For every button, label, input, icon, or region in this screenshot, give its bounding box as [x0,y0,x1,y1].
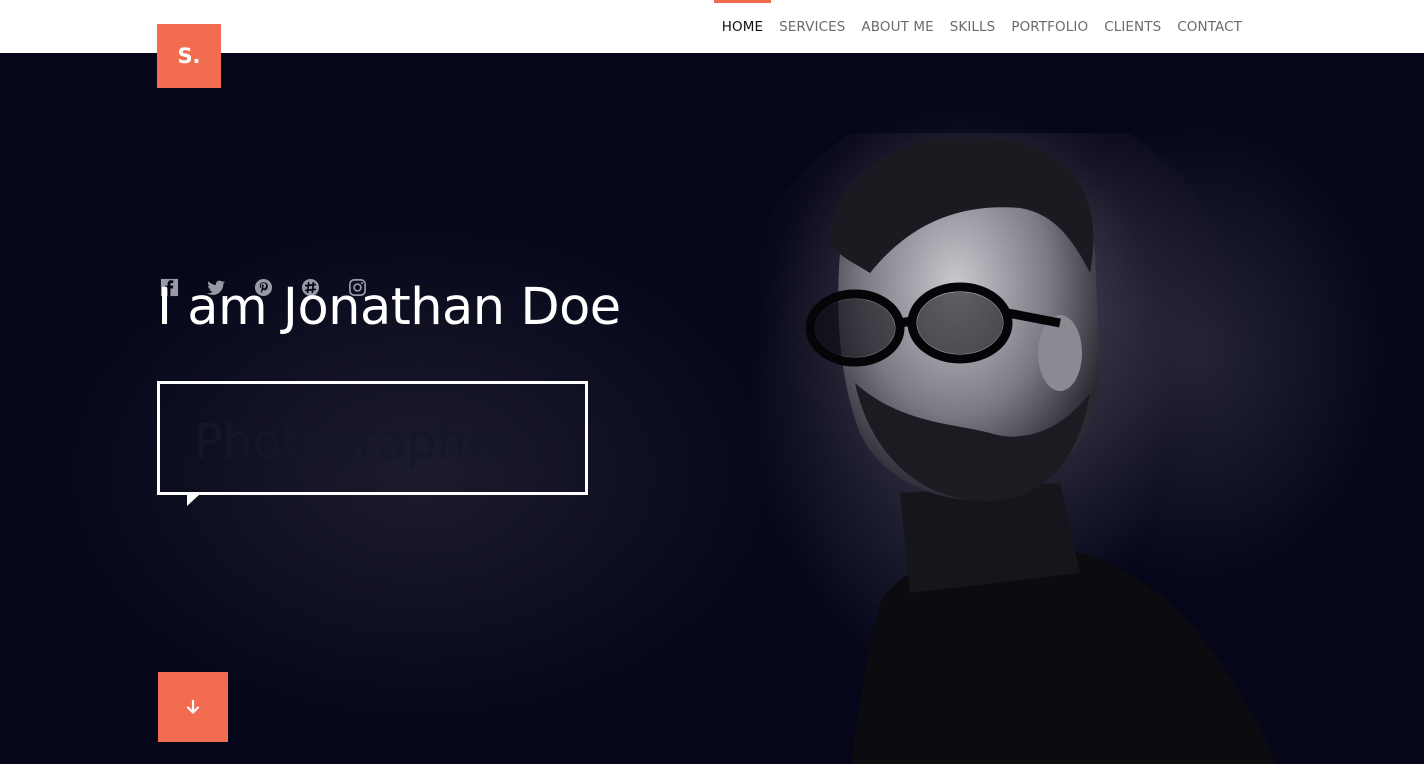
main-nav: HOME SERVICES ABOUT ME SKILLS PORTFOLIO … [713,0,1250,53]
nav-portfolio[interactable]: PORTFOLIO [1003,0,1096,53]
role-speech-box: Photographer [157,381,588,495]
arrow-down-icon [186,699,200,714]
hero-portrait-image [760,133,1277,764]
hero-headline: I am Jonathan Doe [157,278,621,337]
speech-bubble-tail [187,495,199,506]
scroll-down-button[interactable] [158,672,228,742]
nav-home[interactable]: HOME [713,0,772,53]
nav-skills[interactable]: SKILLS [942,0,1004,53]
nav-about-me[interactable]: ABOUT ME [853,0,941,53]
nav-services[interactable]: SERVICES [771,0,853,53]
site-logo[interactable]: S. [157,24,221,88]
nav-clients[interactable]: CLIENTS [1096,0,1169,53]
nav-contact[interactable]: CONTACT [1169,0,1250,53]
role-text: Photographer [194,414,515,470]
